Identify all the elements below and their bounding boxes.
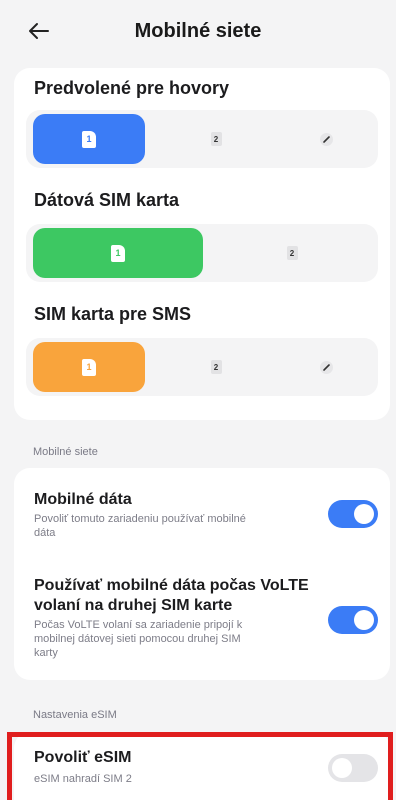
data-sim-1-option[interactable]: 1 xyxy=(33,228,203,278)
volte-data-title-line2: volaní na druhej SIM karte xyxy=(34,597,233,614)
sms-ask-option[interactable] xyxy=(281,338,371,396)
mobile-data-toggle[interactable] xyxy=(328,500,378,528)
mobile-networks-group-label: Mobilné siete xyxy=(33,446,98,458)
top-bar: Mobilné siete xyxy=(0,0,396,66)
toggle-knob xyxy=(354,504,374,524)
pencil-icon xyxy=(319,132,333,146)
volte-data-toggle[interactable] xyxy=(328,606,378,634)
calls-sim-1-option[interactable]: 1 xyxy=(33,114,145,164)
data-sim-2-option[interactable]: 2 xyxy=(211,224,373,282)
sim-card-icon: 1 xyxy=(111,244,125,262)
calls-ask-option[interactable] xyxy=(281,110,371,168)
sms-sim-title: SIM karta pre SMS xyxy=(34,304,192,324)
sms-sim-2-option[interactable]: 2 xyxy=(161,338,271,396)
sms-sim-selector: 1 2 xyxy=(26,338,378,396)
volte-data-desc-line1: Počas VoLTE volaní sa zariadenie pripojí… xyxy=(34,619,243,631)
mobile-data-desc-line2: dáta xyxy=(34,527,56,539)
mobile-data-desc-line1: Povoliť tomuto zariadeniu používať mobil… xyxy=(34,513,246,525)
esim-group-label: Nastavenia eSIM xyxy=(33,709,117,721)
sim-card-icon: 2 xyxy=(286,246,298,260)
mobile-networks-card: Mobilné dáta Povoliť tomuto zariadeniu p… xyxy=(14,468,390,680)
calls-sim-selector: 1 2 xyxy=(26,110,378,168)
data-sim-title: Dátová SIM karta xyxy=(34,190,180,210)
page-title: Mobilné siete xyxy=(134,20,262,42)
mobile-data-title: Mobilné dáta xyxy=(34,491,132,508)
volte-data-desc-line3: karty xyxy=(34,647,58,659)
volte-data-title-line1: Používať mobilné dáta počas VoLTE xyxy=(34,577,309,594)
sim-card-icon: 2 xyxy=(210,132,222,146)
calls-sim-title: Predvolené pre hovory xyxy=(34,78,230,98)
toggle-knob xyxy=(354,610,374,630)
data-sim-selector: 1 2 xyxy=(26,224,378,282)
sim-card-icon: 2 xyxy=(210,360,222,374)
pencil-icon xyxy=(319,360,333,374)
sim-card-icon: 1 xyxy=(82,358,96,376)
highlight-box xyxy=(7,732,393,800)
sms-sim-1-option[interactable]: 1 xyxy=(33,342,145,392)
sim-preferences-card: Predvolené pre hovory 1 2 Dátová SIM kar… xyxy=(14,68,390,420)
sim-card-icon: 1 xyxy=(82,130,96,148)
calls-sim-2-option[interactable]: 2 xyxy=(161,110,271,168)
volte-data-desc-line2: mobilnej dátovej sieti pomocou druhej SI… xyxy=(34,633,241,645)
